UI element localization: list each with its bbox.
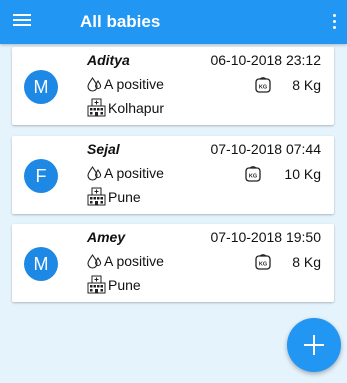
hospital-location: Pune [108, 277, 141, 293]
birth-datetime: 07-10-2018 19:50 [210, 229, 321, 245]
baby-card-sejal[interactable]: F Sejal 07-10-2018 07:44 A positive KG 1… [12, 136, 334, 214]
avatar: M [24, 70, 58, 104]
hospital-icon [87, 275, 106, 294]
birth-datetime: 06-10-2018 23:12 [210, 52, 321, 68]
baby-name: Sejal [87, 141, 120, 157]
baby-weight: 10 Kg [284, 166, 321, 182]
baby-weight: 8 Kg [292, 254, 321, 270]
add-icon-vertical [313, 335, 315, 355]
page-title: All babies [80, 12, 161, 31]
baby-name: Aditya [87, 52, 130, 68]
blood-group: A positive [104, 253, 164, 269]
avatar: M [24, 247, 58, 281]
svg-text:KG: KG [259, 84, 267, 90]
hospital-icon [87, 187, 106, 206]
baby-card-amey[interactable]: M Amey 07-10-2018 19:50 A positive KG 8 … [12, 224, 334, 302]
svg-text:KG: KG [249, 173, 257, 179]
svg-text:KG: KG [259, 261, 267, 267]
blood-drop-icon [87, 165, 102, 181]
add-baby-button[interactable] [287, 318, 341, 372]
app-bar: All babies [0, 0, 347, 44]
birth-datetime: 07-10-2018 07:44 [210, 141, 321, 157]
more-vert-icon[interactable] [331, 13, 337, 31]
baby-card-aditya[interactable]: M Aditya 06-10-2018 23:12 A positive KG … [12, 47, 334, 125]
weight-icon: KG [255, 254, 271, 270]
avatar: F [24, 159, 58, 193]
hospital-icon [87, 98, 106, 117]
hamburger-menu-icon[interactable] [13, 14, 31, 30]
blood-group: A positive [104, 165, 164, 181]
baby-weight: 8 Kg [292, 77, 321, 93]
hospital-location: Kolhapur [108, 100, 165, 116]
blood-drop-icon [87, 76, 102, 92]
hospital-location: Pune [108, 189, 141, 205]
blood-group: A positive [104, 76, 164, 92]
weight-icon: KG [255, 77, 271, 93]
blood-drop-icon [87, 253, 102, 269]
weight-icon: KG [245, 166, 261, 182]
baby-name: Amey [87, 229, 126, 245]
